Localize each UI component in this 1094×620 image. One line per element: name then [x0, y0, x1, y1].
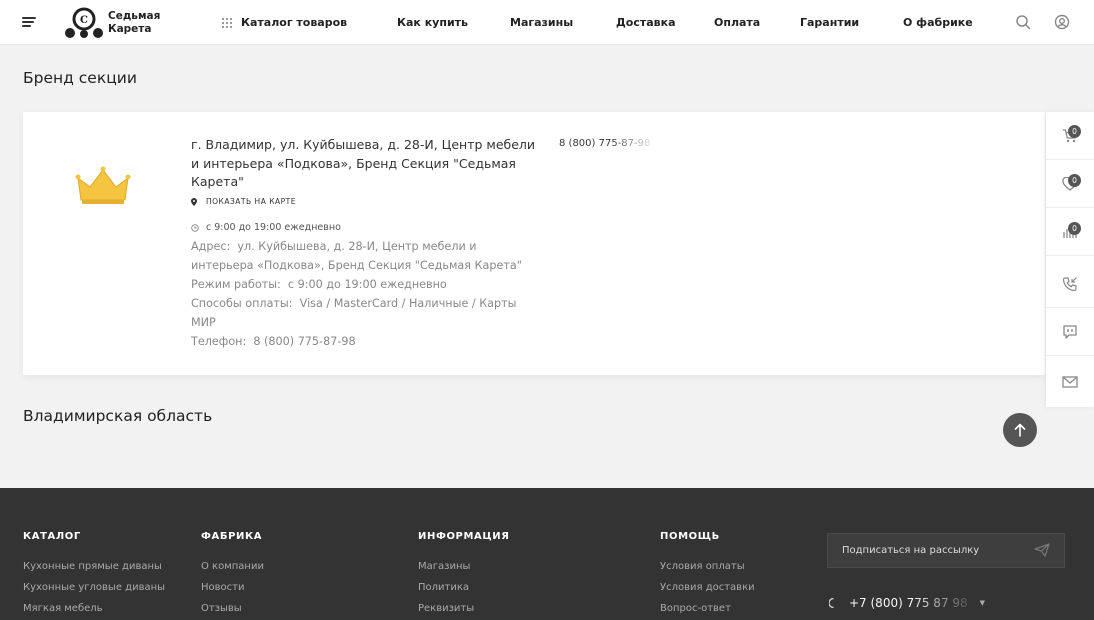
phone-row: Телефон: 8 (800) 775-87-98 — [191, 332, 531, 351]
logo-text: Седьмая Карета — [108, 10, 160, 36]
chevron-down-icon[interactable]: ▼ — [980, 599, 985, 607]
chat-button[interactable] — [1046, 308, 1094, 356]
search-icon[interactable] — [1015, 14, 1031, 30]
footer-heading: КАТАЛОГ — [23, 531, 81, 542]
footer-link[interactable]: Кухонные угловые диваны — [23, 582, 165, 593]
schedule-value: с 9:00 до 19:00 ежедневно — [287, 278, 447, 291]
phone-label: Телефон: — [191, 335, 247, 348]
store-phone-link[interactable]: 8 (800) 775-87-98 — [559, 138, 650, 149]
store-details: Адрес: ул. Куйбышева, д. 28-И, Центр меб… — [191, 237, 531, 351]
footer-link[interactable]: Вопрос-ответ — [660, 603, 731, 614]
logo-line-2: Карета — [108, 23, 152, 35]
email-button[interactable] — [1046, 358, 1094, 406]
clock-icon — [191, 223, 199, 232]
chat-icon — [1063, 324, 1077, 339]
address-label: Адрес: — [191, 240, 231, 253]
scroll-top-button[interactable] — [1003, 413, 1037, 447]
map-pin-icon — [191, 197, 197, 206]
store-name: г. Владимир, ул. Куйбышева, д. 28-И, Цен… — [191, 137, 536, 189]
store-hours: с 9:00 до 19:00 ежедневно — [191, 222, 341, 233]
crown-icon — [75, 166, 131, 204]
footer-phone-number: +7 (800) 775 87 98 — [849, 596, 968, 610]
address-value: ул. Куйбышева, д. 28-И, Центр мебели и и… — [191, 240, 522, 272]
nav-stores[interactable]: Магазины — [510, 0, 573, 45]
nav-how-to-buy[interactable]: Как купить — [397, 0, 468, 45]
site-header: С Седьмая Карета Каталог товаров Как куп… — [0, 0, 1094, 45]
footer-link[interactable]: О компании — [201, 561, 264, 572]
user-icon[interactable] — [1054, 14, 1070, 30]
footer-link[interactable]: Магазины — [418, 561, 470, 572]
phone-icon — [829, 598, 834, 608]
show-on-map-label: ПОКАЗАТЬ НА КАРТЕ — [206, 197, 297, 206]
schedule-label: Режим работы: — [191, 278, 281, 291]
grid-icon — [222, 17, 232, 28]
schedule-row: Режим работы: с 9:00 до 19:00 ежедневно — [191, 275, 531, 294]
footer-link[interactable]: Мягкая мебель — [23, 603, 103, 614]
footer-link[interactable]: Новости — [201, 582, 244, 593]
site-footer: КАТАЛОГ Кухонные прямые диваны Кухонные … — [0, 488, 1094, 620]
region-title: Владимирская область — [23, 407, 213, 425]
footer-heading: ФАБРИКА — [201, 531, 263, 542]
callback-button[interactable] — [1046, 260, 1094, 308]
payment-row: Способы оплаты: Visa / MasterCard / Нали… — [191, 294, 531, 332]
footer-link[interactable]: Реквизиты — [418, 603, 474, 614]
nav-payment[interactable]: Оплата — [714, 0, 760, 45]
nav-warranty[interactable]: Гарантии — [800, 0, 859, 45]
arrow-up-icon — [1014, 423, 1026, 437]
nav-catalog[interactable]: Каталог товаров — [222, 0, 347, 45]
footer-heading: ИНФОРМАЦИЯ — [418, 531, 510, 542]
footer-link[interactable]: Условия доставки — [660, 582, 755, 593]
address-row: Адрес: ул. Куйбышева, д. 28-И, Центр меб… — [191, 237, 531, 275]
send-icon — [1034, 543, 1050, 557]
favorites-count-badge: 0 — [1068, 174, 1081, 187]
footer-link[interactable]: Кухонные прямые диваны — [23, 561, 162, 572]
nav-catalog-label: Каталог товаров — [241, 16, 348, 29]
logo[interactable]: С Седьмая Карета — [64, 6, 164, 40]
cart-button[interactable]: 0 — [1046, 112, 1094, 160]
subscribe-button[interactable]: Подписаться на рассылку — [827, 533, 1065, 568]
footer-heading: ПОМОЩЬ — [660, 531, 720, 542]
footer-link[interactable]: Условия оплаты — [660, 561, 745, 572]
footer-link[interactable]: Отзывы — [201, 603, 242, 614]
show-on-map-link[interactable]: ПОКАЗАТЬ НА КАРТЕ — [191, 197, 296, 206]
logo-line-1: Седьмая — [108, 10, 161, 22]
store-card: г. Владимир, ул. Куйбышева, д. 28-И, Цен… — [23, 112, 1045, 375]
cart-count-badge: 0 — [1068, 125, 1081, 138]
svg-text:С: С — [80, 15, 88, 26]
logo-icon: С — [65, 7, 103, 38]
side-panel: 0 0 0 — [1046, 112, 1094, 407]
compare-count-badge: 0 — [1068, 222, 1081, 235]
section-title: Бренд секции — [23, 69, 137, 87]
mail-icon — [1062, 376, 1078, 388]
footer-link[interactable]: Политика — [418, 582, 469, 593]
store-hours-text: с 9:00 до 19:00 ежедневно — [206, 222, 341, 233]
phone-value[interactable]: 8 (800) 775-87-98 — [253, 335, 355, 348]
menu-icon[interactable] — [22, 17, 36, 27]
subscribe-label: Подписаться на рассылку — [842, 545, 980, 556]
payment-label: Способы оплаты: — [191, 297, 293, 310]
compare-button[interactable]: 0 — [1046, 208, 1094, 256]
footer-phone[interactable]: +7 (800) 775 87 98 ▼ — [829, 596, 985, 610]
nav-delivery[interactable]: Доставка — [616, 0, 676, 45]
favorites-button[interactable]: 0 — [1046, 160, 1094, 208]
phone-callback-icon — [1062, 276, 1077, 291]
nav-about-factory[interactable]: О фабрике — [903, 0, 973, 45]
